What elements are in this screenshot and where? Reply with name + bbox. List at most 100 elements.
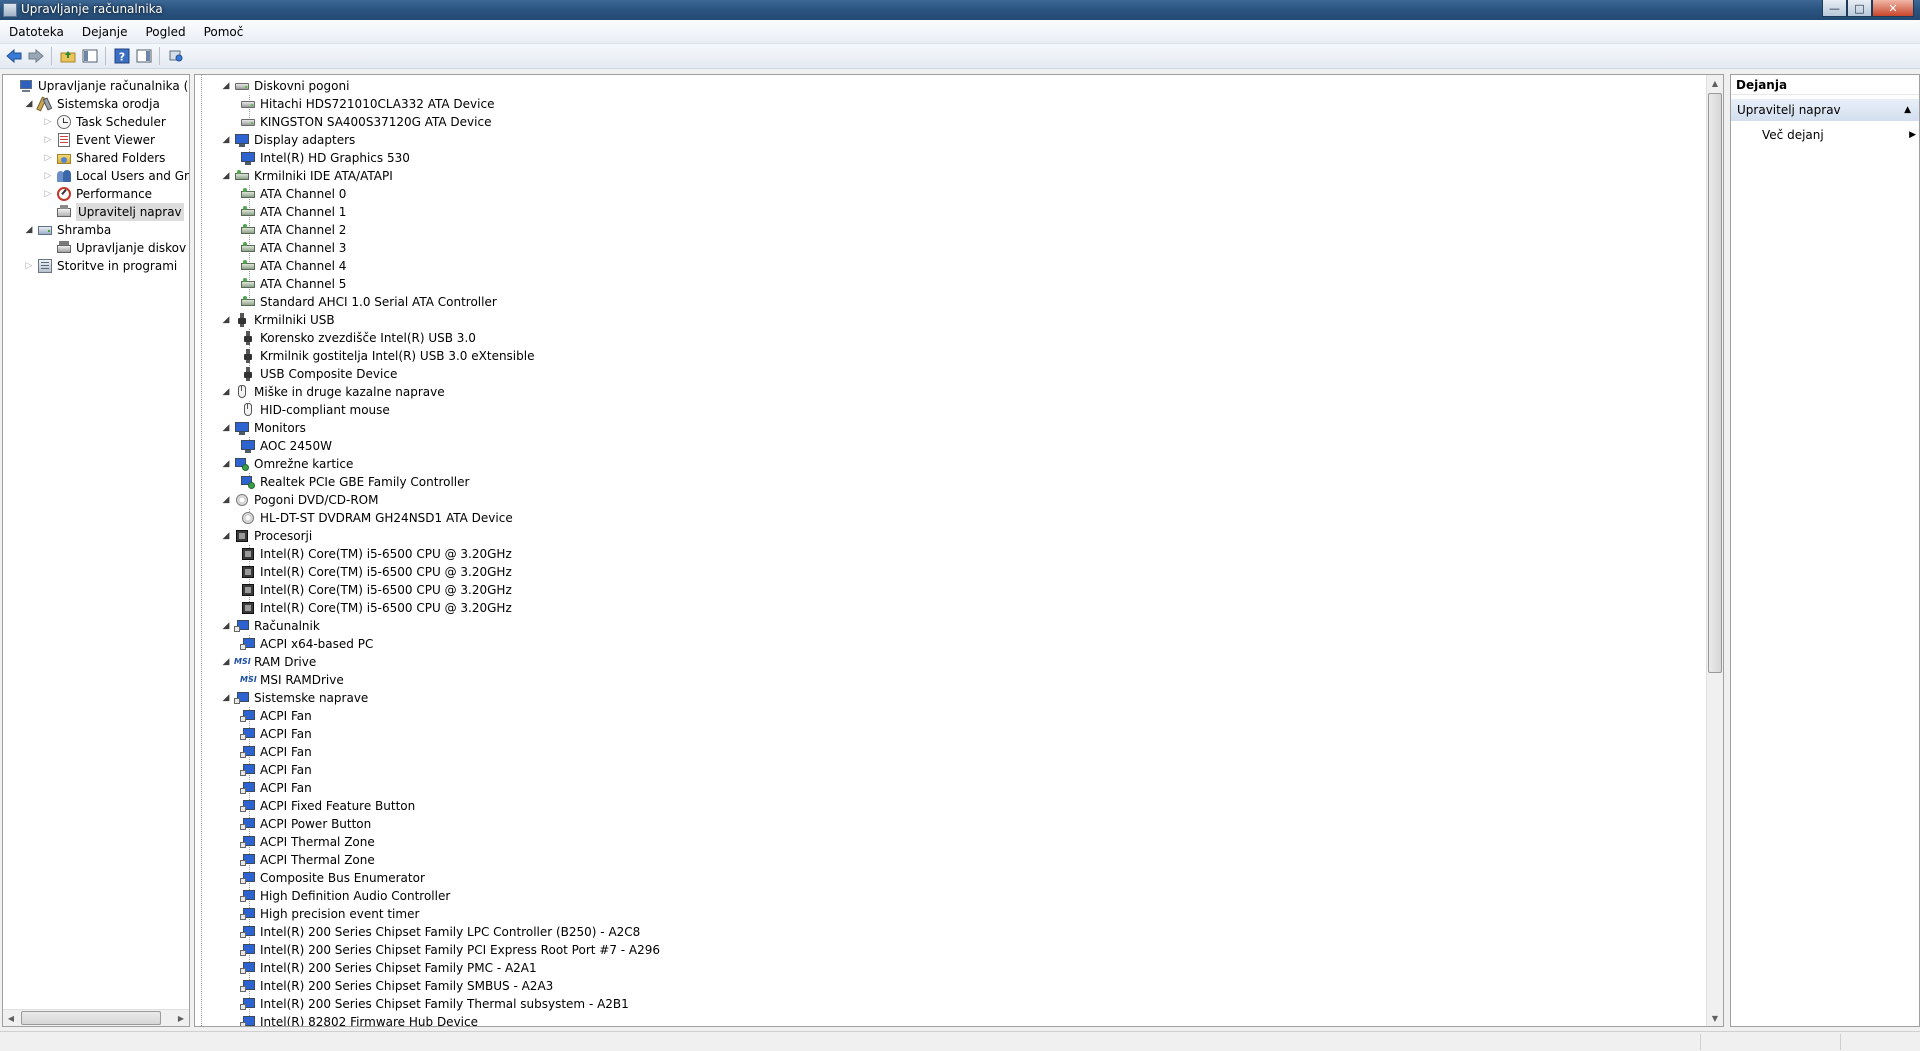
expanded-arrow-icon[interactable]: ◢ — [24, 221, 34, 239]
device-item[interactable]: Intel(R) Core(TM) i5-6500 CPU @ 3.20GHz — [240, 599, 512, 617]
console-tree-item[interactable]: ▷ Task Scheduler — [43, 113, 166, 131]
actions-section-device-manager[interactable]: Upravitelj naprav ▲ — [1731, 99, 1919, 121]
menu-pogled[interactable]: Pogled — [136, 25, 194, 39]
expanded-arrow-icon[interactable]: ◢ — [221, 455, 231, 473]
console-tree-item[interactable]: Upravitelj naprav — [43, 203, 184, 221]
device-item[interactable]: Intel(R) Core(TM) i5-6500 CPU @ 3.20GHz — [240, 581, 512, 599]
console-tree-pane[interactable]: Upravljanje računalnika (lokaln ◢ Sistemsk… — [2, 74, 190, 1027]
help-icon[interactable]: ? — [112, 47, 131, 66]
device-category[interactable]: ◢ Sistemske naprave — [221, 689, 369, 707]
collapsed-arrow-icon[interactable]: ▷ — [43, 167, 53, 185]
expanded-arrow-icon[interactable]: ◢ — [221, 383, 231, 401]
device-item[interactable]: ACPI Fan — [240, 779, 312, 797]
show-hide-action-pane-icon[interactable] — [134, 47, 153, 66]
device-category[interactable]: ◢ Miške in druge kazalne naprave — [221, 383, 445, 401]
device-item[interactable]: HID-compliant mouse — [240, 401, 390, 419]
expanded-arrow-icon[interactable]: ◢ — [221, 491, 231, 509]
device-category[interactable]: ◢ Procesorji — [221, 527, 313, 545]
device-item[interactable]: Realtek PCIe GBE Family Controller — [240, 473, 469, 491]
device-category[interactable]: ◢ Pogoni DVD/CD-ROM — [221, 491, 379, 509]
device-item[interactable]: Krmilnik gostitelja Intel(R) USB 3.0 eXt… — [240, 347, 534, 365]
device-item[interactable]: Hitachi HDS721010CLA332 ATA Device — [240, 95, 494, 113]
device-item[interactable]: Intel(R) 200 Series Chipset Family SMBUS… — [240, 977, 553, 995]
collapse-caret-icon[interactable]: ▲ — [1904, 99, 1911, 121]
device-item[interactable]: HL-DT-ST DVDRAM GH24NSD1 ATA Device — [240, 509, 513, 527]
device-item[interactable]: USB Composite Device — [240, 365, 397, 383]
device-category[interactable]: ◢ Krmilniki IDE ATA/ATAPI — [221, 167, 393, 185]
device-item[interactable]: ACPI Fan — [240, 761, 312, 779]
console-tree-item[interactable]: ▷ Shared Folders — [43, 149, 166, 167]
expanded-arrow-icon[interactable]: ◢ — [221, 617, 231, 635]
console-tree-item[interactable]: ▷ Event Viewer — [43, 131, 155, 149]
device-item[interactable]: Intel(R) 200 Series Chipset Family LPC C… — [240, 923, 640, 941]
device-category[interactable]: ◢ Diskovni pogoni — [221, 77, 350, 95]
scroll-thumb[interactable] — [21, 1011, 161, 1025]
device-item[interactable]: Intel(R) 200 Series Chipset Family Therm… — [240, 995, 629, 1013]
console-tree-item[interactable]: ◢ Shramba — [24, 221, 112, 239]
menu-dejanje[interactable]: Dejanje — [73, 25, 137, 39]
collapsed-arrow-icon[interactable]: ▷ — [43, 113, 53, 131]
menu-datoteka[interactable]: Datoteka — [0, 25, 73, 39]
device-item[interactable]: ACPI Fan — [240, 743, 312, 761]
close-button[interactable]: ✕ — [1872, 0, 1914, 17]
expanded-arrow-icon[interactable]: ◢ — [24, 95, 34, 113]
device-item[interactable]: Composite Bus Enumerator — [240, 869, 425, 887]
device-category[interactable]: ◢ Omrežne kartice — [221, 455, 353, 473]
device-item[interactable]: ACPI Power Button — [240, 815, 371, 833]
collapsed-arrow-icon[interactable]: ▷ — [43, 131, 53, 149]
console-tree-item[interactable]: ◢ Sistemska orodja — [24, 95, 160, 113]
device-item[interactable]: High Definition Audio Controller — [240, 887, 450, 905]
device-item[interactable]: ATA Channel 1 — [240, 203, 346, 221]
expanded-arrow-icon[interactable]: ◢ — [221, 131, 231, 149]
console-tree-item[interactable]: ▷ Storitve in programi — [24, 257, 177, 275]
device-tree-vertical-scrollbar[interactable]: ▲ ▼ — [1706, 75, 1723, 1026]
device-category[interactable]: ◢ Display adapters — [221, 131, 355, 149]
device-item[interactable]: MSI RAMDrive — [240, 671, 344, 689]
device-item[interactable]: ATA Channel 4 — [240, 257, 346, 275]
expanded-arrow-icon[interactable]: ◢ — [221, 167, 231, 185]
expanded-arrow-icon[interactable]: ◢ — [221, 689, 231, 707]
more-actions-item[interactable]: Več dejanj ▶ — [1762, 125, 1916, 145]
device-category[interactable]: ◢ Monitors — [221, 419, 306, 437]
device-item[interactable]: ACPI Thermal Zone — [240, 833, 375, 851]
expanded-arrow-icon[interactable]: ◢ — [221, 527, 231, 545]
device-category[interactable]: ◢ Krmilniki USB — [221, 311, 335, 329]
scroll-right-icon[interactable]: ▶ — [173, 1010, 189, 1026]
console-tree-item[interactable]: ▷ Local Users and Groups — [43, 167, 189, 185]
device-item[interactable]: AOC 2450W — [240, 437, 332, 455]
device-item[interactable]: ACPI Fan — [240, 707, 312, 725]
device-item[interactable]: KINGSTON SA400S37120G ATA Device — [240, 113, 491, 131]
device-item[interactable]: ACPI x64-based PC — [240, 635, 373, 653]
title-bar[interactable]: Upravljanje računalnika — □ ✕ — [0, 0, 1920, 20]
collapsed-arrow-icon[interactable]: ▷ — [24, 257, 34, 275]
forward-arrow-icon[interactable] — [26, 47, 45, 66]
device-item[interactable]: ATA Channel 0 — [240, 185, 346, 203]
properties-icon[interactable] — [166, 47, 185, 66]
device-manager-pane[interactable]: ◢ Diskovni pogoni Hitachi HDS721010CLA332 … — [194, 74, 1724, 1027]
device-item[interactable]: ATA Channel 2 — [240, 221, 346, 239]
show-hide-tree-icon[interactable] — [80, 47, 99, 66]
console-tree-item[interactable]: ▷ Performance — [43, 185, 152, 203]
device-item[interactable]: Intel(R) 82802 Firmware Hub Device — [240, 1013, 478, 1026]
device-item[interactable]: Intel(R) HD Graphics 530 — [240, 149, 410, 167]
device-item[interactable]: Intel(R) Core(TM) i5-6500 CPU @ 3.20GHz — [240, 545, 512, 563]
console-tree-item[interactable]: Upravljanje računalnika (lokaln — [5, 77, 189, 95]
scroll-up-icon[interactable]: ▲ — [1707, 75, 1723, 91]
expanded-arrow-icon[interactable]: ◢ — [221, 419, 231, 437]
device-item[interactable]: Intel(R) 200 Series Chipset Family PMC -… — [240, 959, 537, 977]
back-arrow-icon[interactable] — [4, 47, 23, 66]
device-item[interactable]: High precision event timer — [240, 905, 419, 923]
device-item[interactable]: Korensko zvezdišče Intel(R) USB 3.0 — [240, 329, 476, 347]
scroll-left-icon[interactable]: ◀ — [3, 1010, 19, 1026]
scroll-thumb[interactable] — [1708, 93, 1722, 673]
collapsed-arrow-icon[interactable]: ▷ — [43, 149, 53, 167]
device-item[interactable]: ATA Channel 5 — [240, 275, 346, 293]
up-folder-icon[interactable] — [58, 47, 77, 66]
minimize-button[interactable]: — — [1822, 0, 1847, 17]
expanded-arrow-icon[interactable]: ◢ — [221, 653, 231, 671]
device-category[interactable]: ◢ RAM Drive — [221, 653, 317, 671]
collapsed-arrow-icon[interactable]: ▷ — [43, 185, 53, 203]
console-tree-horizontal-scrollbar[interactable]: ◀ ▶ — [3, 1009, 189, 1026]
scroll-down-icon[interactable]: ▼ — [1707, 1010, 1723, 1026]
device-item[interactable]: Intel(R) 200 Series Chipset Family PCI E… — [240, 941, 660, 959]
